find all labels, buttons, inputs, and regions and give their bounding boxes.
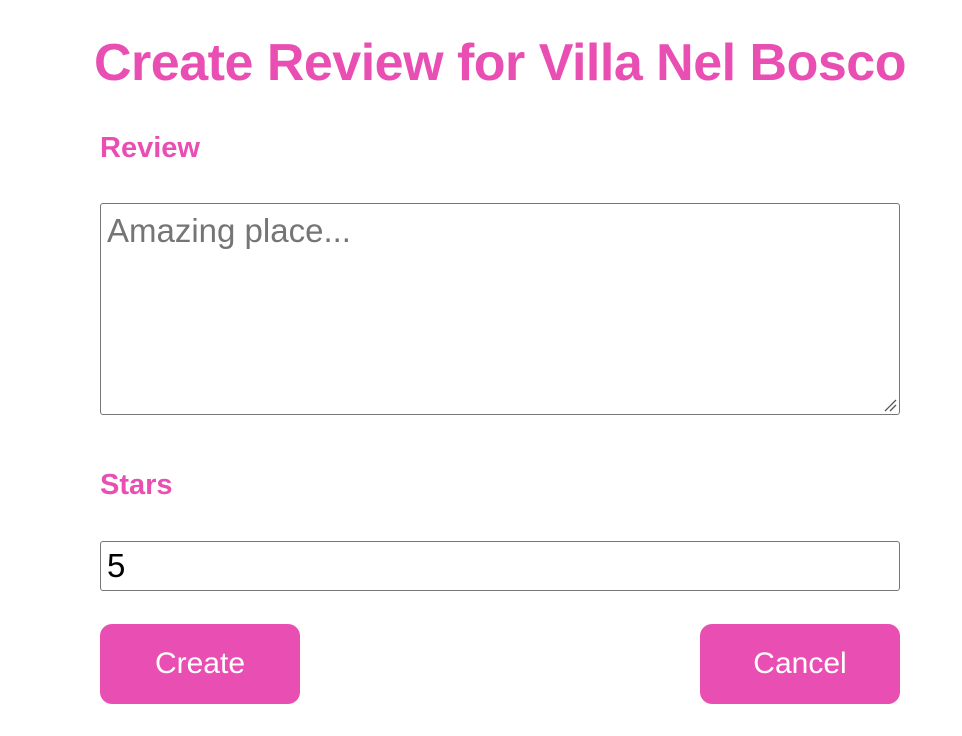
cancel-button[interactable]: Cancel: [700, 624, 900, 704]
review-label: Review: [100, 132, 200, 164]
page-title: Create Review for Villa Nel Bosco: [94, 34, 906, 92]
review-field: [100, 203, 900, 415]
stars-label: Stars: [100, 469, 173, 501]
stars-input[interactable]: [100, 541, 900, 591]
review-textarea[interactable]: [100, 203, 900, 415]
create-review-page: Create Review for Villa Nel Bosco Review…: [0, 0, 962, 736]
create-button[interactable]: Create: [100, 624, 300, 704]
resize-grip-icon[interactable]: [883, 398, 897, 412]
